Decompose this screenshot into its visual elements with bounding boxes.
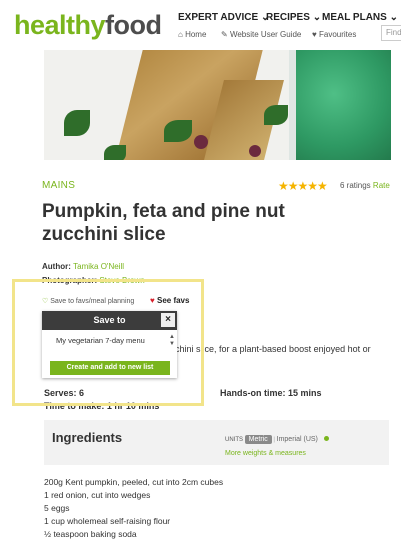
rate-link[interactable]: Rate: [373, 181, 390, 190]
author-line: Author: Tamika O'Neill: [42, 262, 124, 271]
subnav-user-guide[interactable]: ✎ Website User Guide: [221, 30, 301, 39]
create-list-button[interactable]: Create and add to new list: [50, 361, 170, 375]
hands-on-time: Hands-on time: 15 mins: [220, 388, 322, 398]
ingredient-item: 5 eggs: [44, 503, 70, 513]
subnav-label: Home: [185, 30, 207, 39]
ingredient-item: 200g Kent pumpkin, peeled, cut into 2cm …: [44, 477, 224, 487]
chevron-down-icon: ⌄: [389, 12, 398, 23]
units-toggle: UNITS Metric | Imperial (US): [225, 435, 329, 444]
select-arrows-icon: ▲ ▼: [169, 334, 175, 347]
heart-icon: ♥: [312, 30, 317, 39]
ingredients-title: Ingredients: [52, 430, 123, 445]
info-dot-icon: [323, 436, 329, 441]
ingredient-item: ½ teaspoon baking soda: [44, 529, 137, 539]
nav-label: MEAL PLANS: [322, 12, 387, 23]
edit-icon: ✎: [221, 30, 228, 39]
close-icon[interactable]: ×: [161, 313, 175, 327]
subnav-home[interactable]: ⌂ Home: [178, 30, 206, 39]
logo-food: food: [105, 10, 162, 40]
author-label: Author:: [42, 262, 71, 271]
nav-expert-advice[interactable]: EXPERT ADVICE ⌄: [178, 12, 269, 23]
list-select[interactable]: My vegetarian 7-day menu ▲ ▼: [42, 333, 177, 349]
units-label: UNITS: [225, 437, 243, 443]
rating-stars-icon: ★★★★★: [278, 179, 328, 193]
recipe-hero-image: [44, 50, 391, 160]
ratings-summary: 6 ratings Rate: [340, 181, 390, 190]
logo-healthy: healthy: [14, 10, 106, 40]
popup-title: Save to: [42, 311, 177, 330]
metric-option[interactable]: Metric: [244, 435, 272, 444]
recipe-category[interactable]: MAINS: [42, 180, 75, 191]
more-weights-link[interactable]: More weights & measures: [225, 450, 306, 457]
search-input[interactable]: Find: [381, 25, 401, 41]
ingredient-item: 1 red onion, cut into wedges: [44, 490, 151, 500]
chevron-down-icon: ⌄: [312, 12, 322, 23]
nav-recipes[interactable]: RECIPES ⌄: [266, 12, 321, 23]
author-link[interactable]: Tamika O'Neill: [73, 262, 124, 271]
nav-label: RECIPES: [266, 12, 310, 23]
nav-meal-plans[interactable]: MEAL PLANS ⌄: [322, 12, 398, 23]
subnav-favourites[interactable]: ♥ Favourites: [312, 30, 356, 39]
ratings-count: 6 ratings: [340, 181, 371, 190]
save-to-popup: Save to × My vegetarian 7-day menu ▲ ▼ Cr…: [42, 311, 177, 378]
home-icon: ⌂: [178, 30, 183, 39]
nav-label: EXPERT ADVICE: [178, 12, 259, 23]
site-logo[interactable]: healthyfood: [14, 10, 162, 41]
imperial-option[interactable]: Imperial (US): [277, 436, 318, 443]
selected-list-label: My vegetarian 7-day menu: [56, 336, 145, 345]
subnav-label: Website User Guide: [229, 30, 302, 39]
recipe-title: Pumpkin, feta and pine nut zucchini slic…: [42, 201, 285, 245]
ingredient-item: 1 cup wholemeal self-raising flour: [44, 516, 171, 526]
subnav-label: Favourites: [318, 30, 357, 39]
recipe-description: chini slice, for a plant-based boost enj…: [175, 344, 371, 354]
